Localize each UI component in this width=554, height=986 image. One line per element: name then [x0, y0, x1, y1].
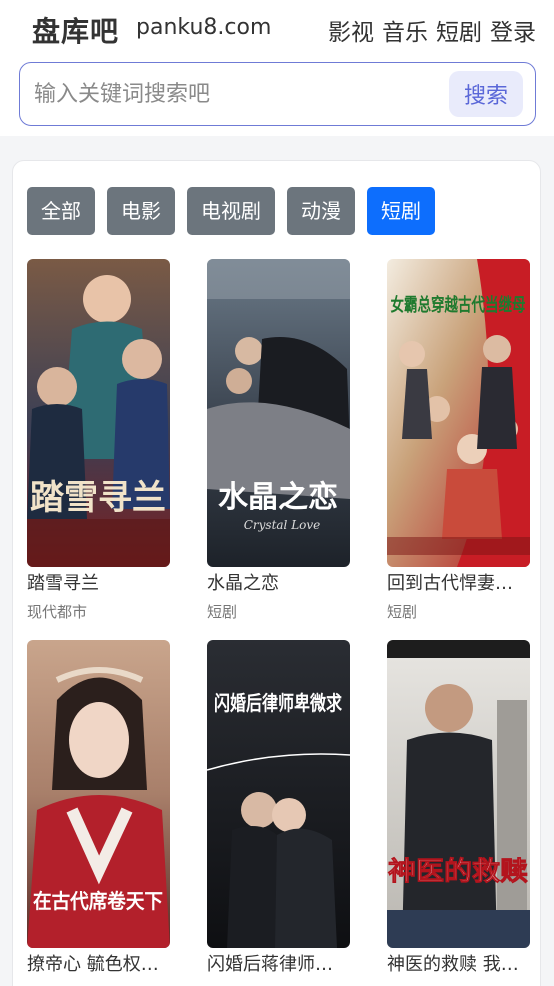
- drama-card[interactable]: 闪婚后律师卑微求 闪婚后蒋律师…: [207, 640, 350, 986]
- poster-image[interactable]: 在古代席卷天下: [27, 640, 170, 948]
- poster-title-text: 闪婚后律师卑微求: [214, 691, 343, 715]
- poster-title-text: 踏雪寻兰: [30, 478, 166, 518]
- poster-graphic: 神医的救赎: [387, 640, 530, 948]
- drama-category: [207, 979, 350, 986]
- drama-category: [27, 979, 170, 986]
- poster-image[interactable]: 神医的救赎: [387, 640, 530, 948]
- poster-subtitle-text: Crystal Love: [244, 518, 321, 532]
- nav-item-music[interactable]: 音乐: [382, 13, 428, 47]
- drama-category: 现代都市: [27, 603, 88, 621]
- nav-item-movies[interactable]: 影视: [328, 13, 374, 47]
- poster-graphic: 在古代席卷天下: [27, 640, 170, 948]
- poster-graphic: 水晶之恋 Crystal Love: [207, 259, 350, 567]
- drama-title[interactable]: 神医的救赎 我…: [387, 951, 530, 979]
- poster-graphic: 闪婚后律师卑微求: [207, 640, 350, 948]
- nav-item-login[interactable]: 登录: [490, 13, 536, 47]
- site-domain: panku8.com: [136, 15, 272, 40]
- drama-category: 短剧: [387, 603, 418, 621]
- tab-tv-series[interactable]: 电视剧: [187, 187, 275, 235]
- drama-title[interactable]: 撩帝心 毓色权…: [27, 951, 170, 979]
- search-box: 搜索: [19, 62, 536, 126]
- tab-movies[interactable]: 电影: [107, 187, 175, 235]
- drama-title[interactable]: 回到古代悍妻…: [387, 570, 530, 598]
- category-tabs: 全部 电影 电视剧 动漫 短剧: [27, 187, 435, 235]
- poster-title-text: 女霸总穿越古代当继母: [391, 294, 526, 316]
- poster-title-text: 水晶之恋: [218, 480, 338, 515]
- poster-image[interactable]: 女霸总穿越古代当继母: [387, 259, 530, 567]
- search-button[interactable]: 搜索: [449, 71, 523, 117]
- poster-image[interactable]: 水晶之恋 Crystal Love: [207, 259, 350, 567]
- drama-card[interactable]: 女霸总穿越古代当继母 回到古代悍妻… 短剧: [387, 259, 530, 640]
- search-input[interactable]: [34, 73, 434, 115]
- drama-title[interactable]: 水晶之恋: [207, 570, 350, 598]
- drama-card[interactable]: 水晶之恋 Crystal Love 水晶之恋 短剧: [207, 259, 350, 640]
- poster-title-text: 在古代席卷天下: [33, 889, 163, 913]
- drama-card[interactable]: 在古代席卷天下 撩帝心 毓色权…: [27, 640, 170, 986]
- drama-card[interactable]: 神医的救赎 神医的救赎 我…: [387, 640, 530, 986]
- site-logo[interactable]: 盘库吧: [32, 10, 119, 50]
- drama-title[interactable]: 踏雪寻兰: [27, 570, 170, 598]
- main-nav: 影视 音乐 短剧 登录: [328, 13, 536, 47]
- drama-category: 短剧: [207, 603, 238, 621]
- drama-title[interactable]: 闪婚后蒋律师…: [207, 951, 350, 979]
- nav-item-short-drama[interactable]: 短剧: [436, 13, 482, 47]
- poster-graphic: 踏雪寻兰: [27, 259, 170, 567]
- top-bar: 盘库吧 panku8.com 影视 音乐 短剧 登录 搜索: [0, 0, 554, 136]
- drama-card[interactable]: 踏雪寻兰 踏雪寻兰 现代都市: [27, 259, 170, 640]
- poster-image[interactable]: 闪婚后律师卑微求: [207, 640, 350, 948]
- tab-short-drama[interactable]: 短剧: [367, 187, 435, 235]
- drama-grid: 踏雪寻兰 踏雪寻兰 现代都市 水晶之恋 Crystal Love 水晶之恋 短剧…: [27, 259, 530, 986]
- poster-title-text: 神医的救赎: [388, 856, 528, 887]
- drama-category: [387, 979, 530, 986]
- content-card: 全部 电影 电视剧 动漫 短剧 踏雪寻兰 踏雪寻兰 现代都市 水晶之恋 Crys…: [12, 160, 541, 986]
- poster-graphic: 女霸总穿越古代当继母: [387, 259, 530, 567]
- poster-image[interactable]: 踏雪寻兰: [27, 259, 170, 567]
- tab-anime[interactable]: 动漫: [287, 187, 355, 235]
- tab-all[interactable]: 全部: [27, 187, 95, 235]
